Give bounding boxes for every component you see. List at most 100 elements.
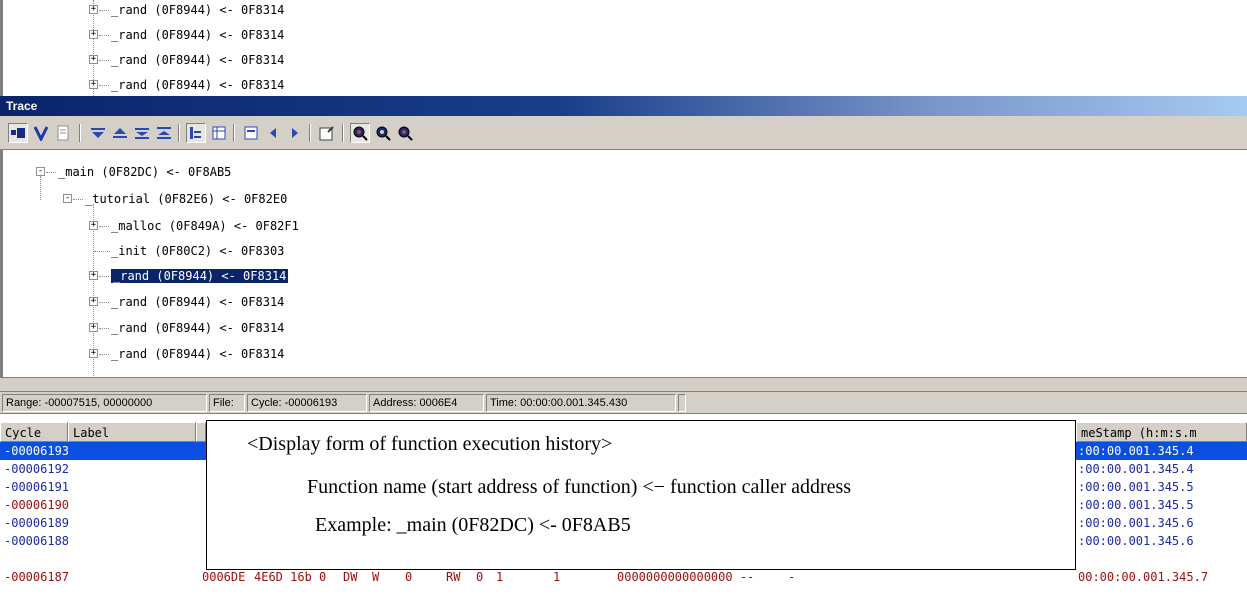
properties-icon[interactable] (317, 123, 337, 143)
toolbar-separator (342, 124, 344, 142)
expand-icon[interactable]: + (89, 349, 98, 358)
cell-cycle: -00006191 (4, 480, 70, 494)
cell-size: DW (343, 570, 358, 584)
expand-icon[interactable]: + (89, 297, 98, 306)
window-icon[interactable] (241, 123, 261, 143)
tree-node[interactable]: _tutorial (0F82E6) <- 0F82E0 (85, 187, 287, 211)
cell-timestamp: :00:00.001.345.5 (1078, 480, 1194, 494)
selected-node-label[interactable]: _rand (0F8944) <- 0F8314 (109, 268, 290, 284)
status-bar: Range: -00007515, 00000000 File: Cycle: … (0, 392, 1247, 414)
column-header-cycle[interactable]: Cycle (0, 422, 68, 442)
toolbar-separator (79, 124, 81, 142)
cell-cycle: -00006188 (4, 534, 70, 548)
trace-toolbar (0, 116, 1247, 150)
cell-cycle: -00006189 (4, 516, 70, 530)
tree-view-icon[interactable] (186, 123, 206, 143)
status-cycle: Cycle: -00006193 (247, 394, 367, 412)
tree-node[interactable]: _main (0F82DC) <- 0F8AB5 (58, 160, 231, 184)
tree-connector (99, 10, 109, 11)
filter-icon[interactable] (31, 123, 51, 143)
tree-connector (99, 276, 109, 277)
prev-icon[interactable] (263, 123, 283, 143)
tree-node[interactable]: _init (0F80C2) <- 0F8303 (111, 239, 284, 263)
toolbar-separator (309, 124, 311, 142)
tree-node[interactable]: _rand (0F8944) <- 0F8314 (111, 23, 284, 47)
cell-cycle: -00006192 (4, 462, 70, 476)
cell-timestamp: :00:00.001.345.6 (1078, 516, 1194, 530)
status-range: Range: -00007515, 00000000 (2, 394, 207, 412)
expand-icon[interactable]: + (89, 55, 98, 64)
find-next-icon[interactable] (373, 123, 393, 143)
jump-top-icon[interactable] (154, 123, 174, 143)
cell-dash: - (788, 570, 796, 584)
document-icon[interactable] (53, 123, 73, 143)
collapse-icon[interactable]: - (36, 167, 45, 176)
tree-node[interactable]: _rand (0F8944) <- 0F8314 (111, 290, 284, 314)
tree-node[interactable]: _rand (0F8944) <- 0F8314 (111, 48, 284, 72)
cell-data: 4E6D 16b 0 (254, 570, 327, 584)
tree-connector (99, 60, 109, 61)
annotation-format: Function name (start address of function… (307, 476, 852, 498)
window-title: Trace (6, 99, 38, 113)
scroll-down-icon[interactable] (88, 123, 108, 143)
pane-splitter[interactable] (0, 378, 1247, 392)
tree-connector (73, 199, 83, 200)
cell-cycle: -00006190 (4, 498, 70, 512)
tree-connector (99, 226, 109, 227)
expand-icon[interactable]: + (89, 271, 98, 280)
tree-connector (99, 35, 109, 36)
annotation-heading: <Display form of function execution hist… (247, 433, 613, 455)
expand-icon[interactable]: + (89, 221, 98, 230)
expand-icon[interactable]: + (89, 80, 98, 89)
list-view-icon[interactable] (209, 123, 229, 143)
cell-bit-a: 0 (476, 570, 484, 584)
tree-node[interactable]: _rand (0F8944) <- 0F8314 (111, 0, 284, 22)
tree-connector (94, 251, 110, 252)
status-time: Time: 00:00:00.001.345.430 (486, 394, 676, 412)
scroll-up-icon[interactable] (110, 123, 130, 143)
tree-connector (99, 328, 109, 329)
find-icon[interactable] (350, 123, 370, 143)
status-address: Address: 0006E4 (369, 394, 484, 412)
upper-tree-pane[interactable]: + _rand (0F8944) <- 0F8314 + _rand (0F89… (0, 0, 1247, 96)
annotation-box: <Display form of function execution hist… (206, 420, 1076, 570)
tree-guide-line (40, 176, 41, 200)
status-file: File: (209, 394, 245, 412)
tree-node-selected[interactable]: _rand (0F8944) <- 0F8314 (109, 264, 290, 288)
tree-connector (99, 85, 109, 86)
record-icon[interactable] (8, 123, 28, 143)
expand-icon[interactable]: + (89, 30, 98, 39)
column-header-timestamp[interactable]: meStamp (h:m:s.m (1076, 422, 1247, 442)
trace-tree-pane[interactable]: - _main (0F82DC) <- 0F8AB5 - _tutorial (… (0, 150, 1247, 378)
cell-timestamp: :00:00.001.345.6 (1078, 534, 1194, 548)
tree-connector (99, 354, 109, 355)
tree-node[interactable]: _malloc (0F849A) <- 0F82F1 (111, 214, 299, 238)
cell-timestamp: :00:00.001.345.5 (1078, 498, 1194, 512)
tree-node[interactable]: _rand (0F8944) <- 0F8314 (111, 316, 284, 340)
column-header-address[interactable] (196, 422, 206, 442)
tree-connector (99, 302, 109, 303)
cell-access: RW (446, 570, 461, 584)
cell-bits: 0000000000000000 -- (617, 570, 755, 584)
collapse-icon[interactable]: - (63, 194, 72, 203)
cell-rw: W (372, 570, 380, 584)
tree-node[interactable]: _rand (0F8944) <- 0F8314 (111, 73, 284, 96)
cell-address: 0006DE (202, 570, 246, 584)
cell-timestamp: :00:00.001.345.4 (1078, 444, 1194, 458)
table-row[interactable]: -00006187 0006DE 4E6D 16b 0 DW W 0 RW 0 … (0, 568, 1247, 586)
next-icon[interactable] (285, 123, 305, 143)
expand-icon[interactable]: + (89, 5, 98, 14)
jump-bottom-icon[interactable] (132, 123, 152, 143)
expand-icon[interactable]: + (89, 323, 98, 332)
find-prev-icon[interactable] (395, 123, 415, 143)
cell-timestamp: :00:00.001.345.4 (1078, 462, 1194, 476)
cell-cycle: -00006193 (4, 444, 70, 458)
cell-cycle: -00006187 (4, 570, 70, 584)
toolbar-separator (233, 124, 235, 142)
tree-node[interactable]: _rand (0F8944) <- 0F8314 (111, 342, 284, 366)
cell-bit-b: 1 (496, 570, 504, 584)
column-header-label[interactable]: Label (68, 422, 196, 442)
trace-title-bar[interactable]: Trace (0, 96, 1247, 116)
toolbar-separator (178, 124, 180, 142)
tree-connector (46, 172, 56, 173)
